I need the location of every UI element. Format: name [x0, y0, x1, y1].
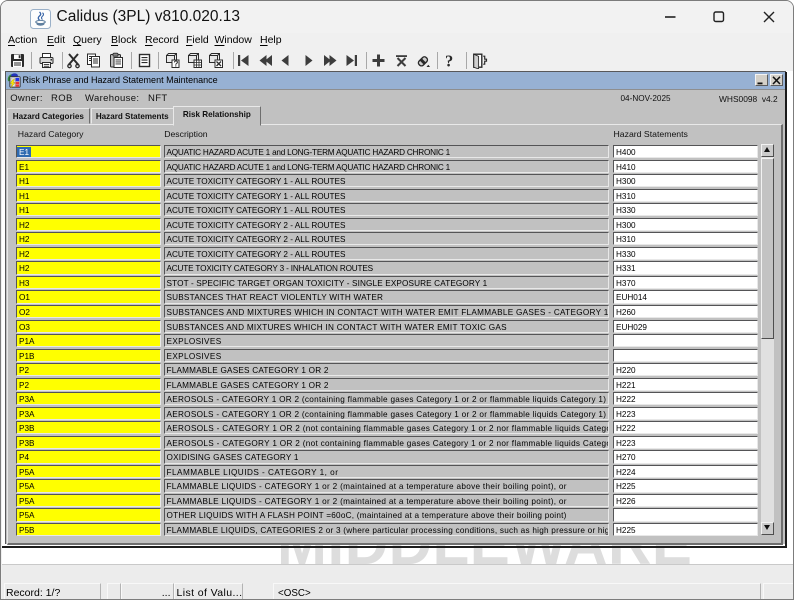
svg-text:?: ? — [445, 52, 453, 69]
svg-text:?: ? — [173, 60, 178, 69]
